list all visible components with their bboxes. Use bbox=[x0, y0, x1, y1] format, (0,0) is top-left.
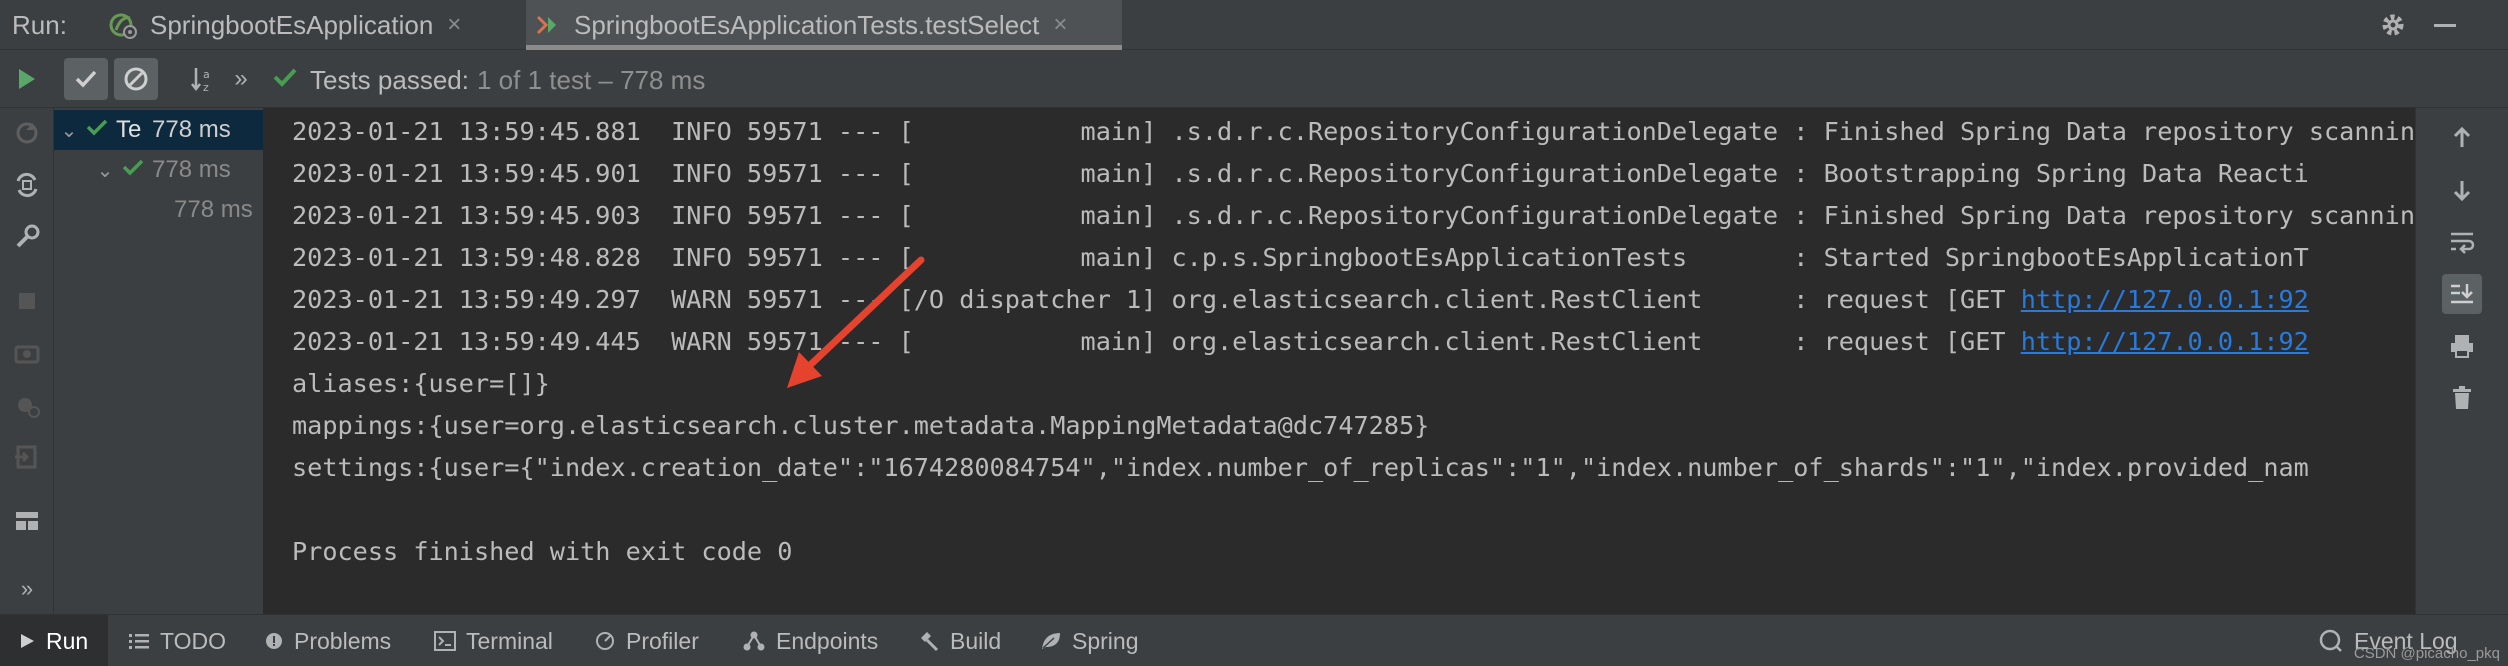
stop-icon[interactable] bbox=[8, 282, 46, 320]
arrow-up-icon[interactable] bbox=[2442, 118, 2482, 158]
toggle-auto-test-icon[interactable] bbox=[8, 166, 46, 204]
rerun-failed-icon[interactable] bbox=[8, 114, 46, 152]
console-output[interactable]: 2023-01-21 13:59:45.881 INFO 59571 --- [… bbox=[265, 108, 2415, 614]
tree-row-time: 778 ms bbox=[174, 196, 253, 223]
expand-strip-chevron[interactable]: » bbox=[8, 570, 46, 608]
spring-leaf-icon bbox=[1040, 631, 1062, 651]
event-log-bubble-icon bbox=[2318, 629, 2344, 653]
problems-icon bbox=[264, 631, 284, 651]
endpoints-icon bbox=[742, 630, 766, 652]
soft-wrap-icon[interactable] bbox=[2442, 222, 2482, 262]
watermark: CSDN @picacho_pkq bbox=[2353, 645, 2500, 662]
wrench-icon[interactable] bbox=[8, 218, 46, 256]
print-icon[interactable] bbox=[2442, 326, 2482, 366]
tool-window-label: Terminal bbox=[466, 627, 553, 654]
chevron-down-icon[interactable]: ⌄ bbox=[94, 158, 116, 183]
tool-window-label: Run bbox=[46, 627, 89, 654]
tool-window-problems[interactable]: Problems bbox=[264, 615, 391, 666]
tool-window-endpoints[interactable]: Endpoints bbox=[742, 615, 878, 666]
rerun-icon[interactable] bbox=[4, 58, 48, 100]
profiler-icon bbox=[594, 630, 616, 652]
tab-label: SpringbootEsApplication bbox=[150, 9, 434, 40]
tool-window-label: Problems bbox=[294, 627, 392, 654]
close-tab-icon[interactable]: × bbox=[447, 11, 461, 39]
terminal-icon bbox=[434, 631, 456, 651]
close-tab-icon[interactable]: × bbox=[1053, 11, 1067, 39]
tests-status: Tests passed: 1 of 1 test – 778 ms bbox=[272, 64, 705, 97]
spring-boot-run-icon bbox=[106, 8, 140, 42]
check-icon bbox=[122, 156, 144, 185]
tool-window-todo[interactable]: TODO bbox=[128, 615, 226, 666]
svg-text:a: a bbox=[203, 68, 210, 81]
tool-window-terminal[interactable]: Terminal bbox=[434, 615, 553, 666]
tool-window-build[interactable]: Build bbox=[918, 615, 1001, 666]
tool-window-run[interactable]: Run bbox=[0, 615, 108, 666]
tree-row-class[interactable]: ⌄ 778 ms bbox=[54, 150, 263, 190]
tests-count-label: 1 of 1 test – 778 ms bbox=[476, 65, 706, 95]
run-tab-bar: Run: SpringbootEsApplication × Springboo… bbox=[0, 0, 2508, 50]
console-actions-strip bbox=[2415, 108, 2508, 614]
tree-row-root[interactable]: ⌄ Te 778 ms bbox=[54, 110, 263, 150]
svg-text:z: z bbox=[203, 81, 209, 94]
chevron-down-icon[interactable]: ⌄ bbox=[58, 118, 80, 143]
list-icon bbox=[128, 631, 150, 651]
tree-row-time: 778 ms bbox=[152, 156, 231, 183]
tree-row-time: 778 ms bbox=[152, 116, 231, 143]
left-action-strip: » bbox=[0, 108, 54, 614]
tool-window-bar: Run TODO Problems Terminal Profiler Endp… bbox=[0, 614, 2508, 666]
check-icon bbox=[86, 116, 108, 145]
show-ignored-toggle-icon[interactable] bbox=[114, 58, 158, 100]
show-passed-toggle-icon[interactable] bbox=[64, 58, 108, 100]
tool-window-profiler[interactable]: Profiler bbox=[594, 615, 699, 666]
tests-passed-label: Tests passed: bbox=[310, 65, 469, 95]
test-results-tree: ⌄ Te 778 ms ⌄ 778 ms 778 ms bbox=[54, 108, 264, 614]
layout-icon[interactable] bbox=[8, 502, 46, 540]
exit-icon[interactable] bbox=[8, 438, 46, 476]
more-actions-chevron[interactable]: » bbox=[226, 58, 256, 100]
check-icon bbox=[272, 64, 298, 97]
gear-icon[interactable] bbox=[2376, 8, 2410, 42]
tool-window-label: Spring bbox=[1072, 627, 1139, 654]
tab-springboot-es-application[interactable]: SpringbootEsApplication × bbox=[102, 0, 492, 50]
run-label: Run: bbox=[12, 10, 67, 40]
minimize-icon[interactable] bbox=[2428, 8, 2462, 42]
trash-icon[interactable] bbox=[2442, 378, 2482, 418]
tab-label: SpringbootEsApplicationTests.testSelect bbox=[574, 9, 1040, 40]
scroll-to-end-icon[interactable] bbox=[2442, 274, 2482, 314]
test-runner-toolbar: az » Tests passed: 1 of 1 test – 778 ms bbox=[0, 50, 2508, 108]
tool-window-spring[interactable]: Spring bbox=[1040, 615, 1138, 666]
annotation-arrow bbox=[787, 256, 925, 388]
camera-icon[interactable] bbox=[8, 334, 46, 372]
sort-alphabetically-icon[interactable]: az bbox=[182, 58, 226, 100]
tool-window-label: Build bbox=[950, 627, 1002, 654]
tab-springboot-es-application-tests[interactable]: SpringbootEsApplicationTests.testSelect … bbox=[526, 0, 1122, 50]
test-run-icon bbox=[530, 8, 564, 42]
arrow-down-icon[interactable] bbox=[2442, 170, 2482, 210]
hammer-icon bbox=[918, 630, 940, 652]
tree-row-method[interactable]: 778 ms bbox=[54, 190, 263, 230]
tool-window-label: TODO bbox=[160, 627, 227, 654]
run-icon bbox=[18, 632, 36, 650]
tool-window-label: Profiler bbox=[626, 627, 699, 654]
tree-row-name: Te bbox=[116, 116, 142, 143]
tool-window-label: Endpoints bbox=[776, 627, 879, 654]
debug-settings-icon[interactable] bbox=[8, 386, 46, 424]
